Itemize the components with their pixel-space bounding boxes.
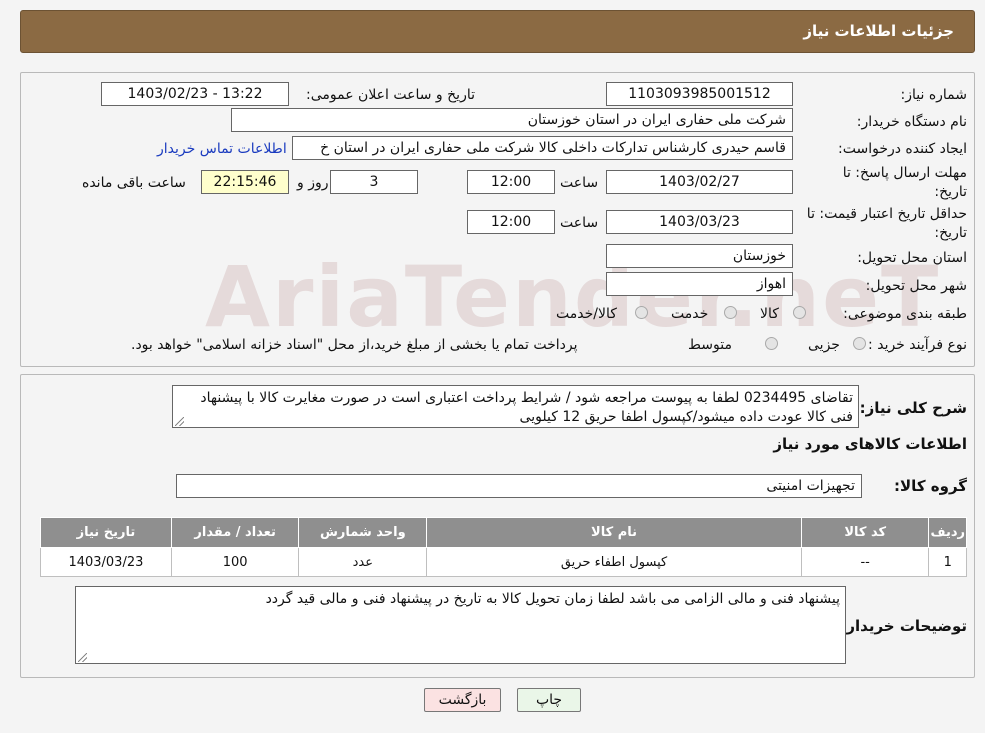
buyer-contact-link[interactable]: اطلاعات تماس خریدار (157, 141, 287, 157)
back-button[interactable]: بازگشت (424, 688, 501, 712)
cell-row-number: 1 (928, 547, 967, 577)
cell-goods-code: -- (800, 547, 930, 577)
process-type-label: نوع فرآیند خرید : (868, 337, 967, 353)
category-goods-service-label: کالا/خدمت (556, 306, 617, 322)
goods-info-title: اطلاعات کالاهای مورد نیاز (773, 435, 967, 453)
process-medium-radio[interactable] (765, 337, 778, 350)
buyer-notes-text: پیشنهاد فنی و مالی الزامی می باشد لطفا ز… (265, 591, 840, 607)
buyer-org-label: نام دستگاه خریدار: (856, 114, 967, 130)
deadline-time-field: 12:00 (467, 170, 555, 194)
price-validity-label-line2: تاریخ: (934, 225, 967, 241)
deadline-date-field: 1403/02/27 (606, 170, 793, 194)
deadline-label: مهلت ارسال پاسخ: تا تاریخ: (843, 164, 967, 202)
buyer-notes-field: پیشنهاد فنی و مالی الزامی می باشد لطفا ز… (75, 586, 846, 664)
buyer-org-field: شرکت ملی حفاری ایران در استان خوزستان (231, 108, 793, 132)
col-unit: واحد شمارش (298, 517, 428, 548)
price-validity-label: حداقل تاریخ اعتبار قیمت: تا تاریخ: (807, 205, 967, 243)
category-goods-label: کالا (760, 306, 779, 322)
days-remaining-field: 3 (330, 170, 418, 194)
description-label: شرح کلی نیاز: (859, 399, 967, 417)
category-label: طبقه بندی موضوعی: (843, 306, 967, 322)
price-validity-time-label: ساعت (560, 215, 599, 231)
resize-handle-icon[interactable] (175, 417, 184, 426)
price-validity-time-field: 12:00 (467, 210, 555, 234)
table-row: 1 -- کپسول اطفاء حریق عدد 100 1403/03/23 (40, 547, 967, 577)
category-goods-service-radio[interactable] (635, 306, 648, 319)
goods-group-field: تجهیزات امنیتی (176, 474, 862, 498)
page-header: جزئیات اطلاعات نیاز (20, 10, 975, 53)
cell-need-date: 1403/03/23 (40, 547, 172, 577)
cell-unit: عدد (298, 547, 428, 577)
col-goods-code: کد کالا (800, 517, 930, 548)
process-minor-radio[interactable] (853, 337, 866, 350)
category-service-label: خدمت (671, 306, 709, 322)
category-goods-radio[interactable] (793, 306, 806, 319)
process-minor-label: جزیی (808, 337, 840, 353)
resize-handle-icon[interactable] (78, 653, 87, 662)
description-field: تقاضای 0234495 لطفا به پیوست مراجعه شود … (172, 385, 859, 428)
remaining-time-label: ساعت باقی مانده (82, 175, 186, 191)
city-field: اهواز (606, 272, 793, 296)
col-quantity: تعداد / مقدار (170, 517, 300, 548)
need-number-label: شماره نیاز: (900, 87, 968, 103)
print-button[interactable]: چاپ (517, 688, 581, 712)
creator-field: قاسم حیدری کارشناس تدارکات داخلی کالا شر… (292, 136, 793, 160)
deadline-label-line1: مهلت ارسال پاسخ: تا (842, 165, 967, 181)
goods-group-label: گروه کالا: (894, 477, 967, 495)
col-goods-name: نام کالا (426, 517, 802, 548)
announce-label: تاریخ و ساعت اعلان عمومی: (306, 87, 475, 103)
cell-goods-name: کپسول اطفاء حریق (426, 547, 802, 577)
price-validity-date-field: 1403/03/23 (606, 210, 793, 234)
page-title: جزئیات اطلاعات نیاز (803, 22, 954, 40)
buyer-notes-label: توضیحات خریدار: (840, 617, 967, 635)
description-text: تقاضای 0234495 لطفا به پیوست مراجعه شود … (200, 390, 853, 425)
need-number-field: 1103093985001512 (606, 82, 793, 106)
remaining-time-field: 22:15:46 (201, 170, 289, 194)
price-validity-label-line1: حداقل تاریخ اعتبار قیمت: تا (806, 206, 967, 222)
announce-datetime-field: 1403/02/23 - 13:22 (101, 82, 289, 106)
category-service-radio[interactable] (724, 306, 737, 319)
col-need-date: تاریخ نیاز (40, 517, 172, 548)
days-label: روز و (297, 175, 329, 191)
province-field: خوزستان (606, 244, 793, 268)
process-note: پرداخت تمام یا بخشی از مبلغ خرید،از محل … (131, 337, 578, 353)
col-row-number: ردیف (928, 517, 967, 548)
process-medium-label: متوسط (688, 337, 732, 353)
cell-quantity: 100 (170, 547, 300, 577)
creator-label: ایجاد کننده درخواست: (838, 141, 967, 157)
watermark-logo: AriaTender.neT (205, 248, 941, 346)
city-label: شهر محل تحویل: (865, 278, 967, 294)
goods-table: ردیف کد کالا نام کالا واحد شمارش تعداد /… (40, 517, 967, 577)
table-header-row: ردیف کد کالا نام کالا واحد شمارش تعداد /… (40, 517, 967, 548)
deadline-label-line2: تاریخ: (934, 184, 967, 200)
province-label: استان محل تحویل: (857, 250, 967, 266)
deadline-time-label: ساعت (560, 175, 599, 191)
